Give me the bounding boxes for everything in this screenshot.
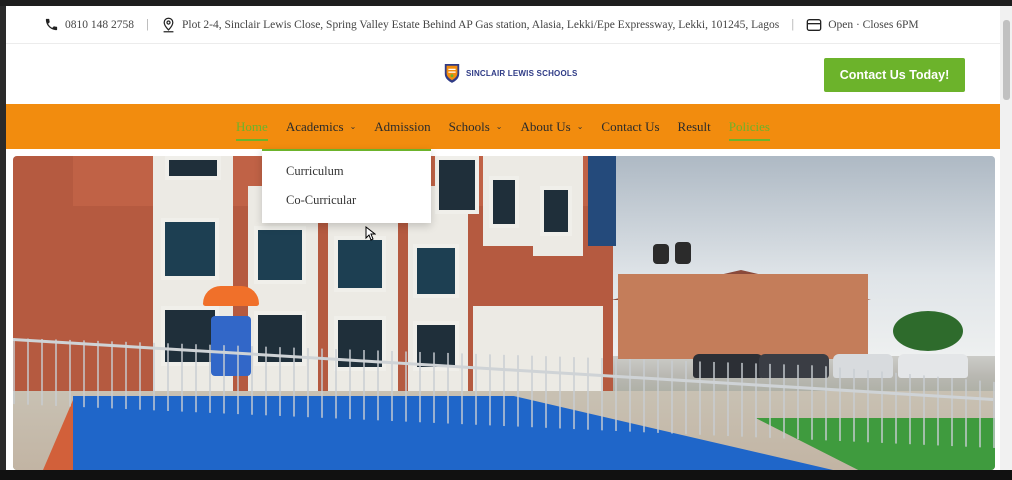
phone-item[interactable]: 0810 148 2758	[44, 17, 134, 32]
hours-item: Open · Closes 6PM	[806, 18, 919, 32]
nav-item-admission[interactable]: Admission	[365, 119, 439, 135]
nav-item-result[interactable]: Result	[669, 119, 720, 135]
nav-list: Home Academics ⌄ Admission Schools ⌄ About…	[227, 118, 779, 141]
dropdown-item-co-curricular[interactable]: Co-Curricular	[262, 193, 431, 222]
phone-icon	[45, 18, 58, 31]
site-logo[interactable]: SINCLAIR LEWIS SCHOOLS	[443, 62, 578, 84]
school-crest-icon	[444, 64, 460, 83]
chevron-down-icon: ⌄	[349, 122, 357, 131]
clock-box-icon	[806, 18, 822, 31]
main-nav: Home Academics ⌄ Admission Schools ⌄ About…	[6, 104, 1000, 149]
divider: |	[146, 18, 149, 31]
browser-viewport: 0810 148 2758 | Plot 2-4, Sinclair Lewis…	[6, 6, 1000, 470]
phone-number: 0810 148 2758	[65, 18, 134, 31]
nav-item-academics[interactable]: Academics ⌄	[277, 119, 365, 135]
playground-roof	[203, 286, 259, 306]
house	[618, 274, 868, 359]
page-scrollbar[interactable]	[1000, 6, 1012, 470]
water-tank	[675, 242, 691, 264]
hours-text: Open · Closes 6PM	[828, 18, 919, 31]
contact-us-button[interactable]: Contact Us Today!	[824, 58, 965, 92]
tree	[893, 311, 963, 351]
window	[334, 236, 386, 292]
nav-item-label: Schools	[448, 118, 490, 134]
nav-item-label: Result	[677, 118, 711, 134]
hero-image	[13, 156, 995, 470]
window	[165, 156, 221, 180]
window	[540, 186, 572, 236]
nav-item-label: Contact Us	[601, 118, 660, 134]
bottom-edge	[0, 470, 1012, 480]
window	[489, 176, 519, 228]
window	[161, 218, 219, 280]
glass-facade	[588, 156, 616, 246]
chevron-down-icon: ⌄	[576, 122, 584, 131]
logo-text: SINCLAIR LEWIS SCHOOLS	[466, 68, 578, 78]
address-item[interactable]: Plot 2-4, Sinclair Lewis Close, Spring V…	[161, 17, 779, 33]
nav-item-contact-us[interactable]: Contact Us	[592, 119, 668, 135]
nav-item-label: Home	[236, 118, 268, 134]
window	[254, 226, 306, 284]
mouse-cursor-icon	[365, 226, 376, 241]
window	[413, 244, 459, 298]
location-pin-icon	[163, 17, 174, 32]
nav-item-label: Academics	[285, 118, 344, 134]
window	[435, 156, 479, 214]
divider: |	[791, 18, 795, 31]
nav-item-label: About Us	[520, 118, 571, 134]
academics-dropdown: Curriculum Co-Curricular	[262, 149, 431, 223]
site-header: SINCLAIR LEWIS SCHOOLS Contact Us Today!	[6, 44, 1000, 104]
top-info-bar: 0810 148 2758 | Plot 2-4, Sinclair Lewis…	[6, 6, 1000, 44]
nav-item-home[interactable]: Home	[227, 118, 277, 141]
scrollbar-thumb[interactable]	[1003, 20, 1010, 100]
dropdown-item-curriculum[interactable]: Curriculum	[262, 164, 431, 193]
water-tank	[653, 244, 669, 264]
nav-item-schools[interactable]: Schools ⌄	[440, 119, 512, 135]
nav-item-about-us[interactable]: About Us ⌄	[512, 119, 593, 135]
nav-item-label: Policies	[728, 118, 770, 134]
address-text: Plot 2-4, Sinclair Lewis Close, Spring V…	[182, 18, 780, 31]
nav-item-policies[interactable]: Policies	[720, 118, 779, 141]
nav-item-label: Admission	[374, 118, 431, 134]
chevron-down-icon: ⌄	[495, 122, 503, 131]
